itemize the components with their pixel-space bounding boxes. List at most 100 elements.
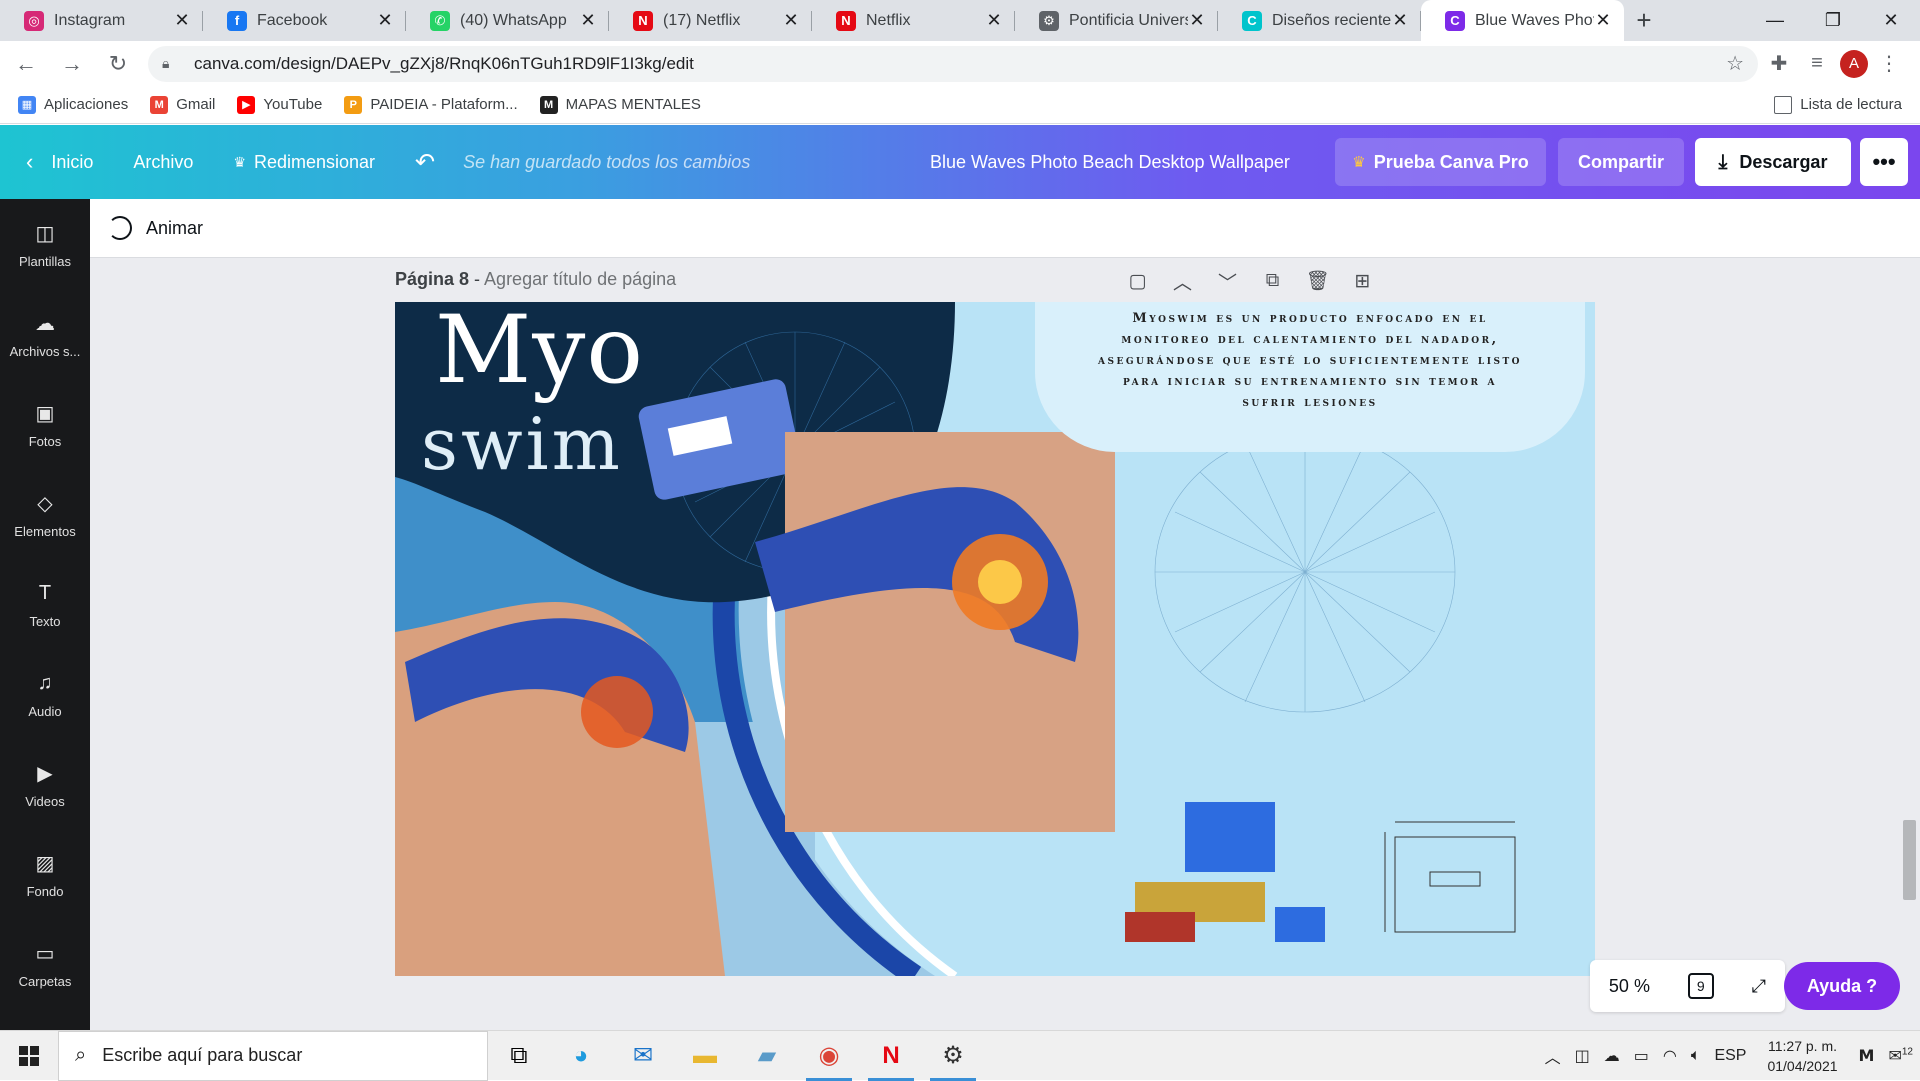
browser-tab[interactable]: N (17) Netflix ✕ (609, 0, 812, 41)
file-menu-button[interactable]: Archivo (113, 138, 213, 186)
more-options-button[interactable]: ••• (1860, 138, 1908, 186)
fullscreen-icon[interactable]: ⤢ (1752, 976, 1766, 997)
language-indicator[interactable]: ESP (1714, 1047, 1746, 1065)
download-button[interactable]: ⤓ Descargar (1695, 138, 1851, 186)
duplicate-page-icon[interactable]: ⧉ (1250, 265, 1295, 297)
omnibox[interactable]: 🔒︎ canva.com/design/DAEPv_gZXj8/RnqK06nT… (148, 45, 1758, 82)
restore-icon[interactable]: ❐ (1804, 0, 1862, 41)
battery-icon[interactable]: ▭ (1634, 1046, 1649, 1066)
slide-title-swim[interactable]: swim (421, 402, 623, 486)
try-pro-label: Prueba Canva Pro (1373, 151, 1529, 172)
browser-tab[interactable]: ⚙ Pontificia Universid✕ (1015, 0, 1218, 41)
reload-icon[interactable]: ↻ (98, 44, 138, 84)
sidebar-item[interactable]: ▭ Carpetas (0, 919, 90, 1009)
try-canva-pro-button[interactable]: ♛ Prueba Canva Pro (1335, 138, 1546, 186)
url-text[interactable]: canva.com/design/DAEPv_gZXj8/RnqK06nTGuh… (194, 54, 1726, 74)
windows-start-icon[interactable] (0, 1031, 58, 1081)
clock[interactable]: 11:27 p. m. 01/04/2021 (1767, 1036, 1837, 1076)
sidebar-item[interactable]: ▶ Videos (0, 739, 90, 829)
settings-gear-icon[interactable]: ⚙ (922, 1031, 984, 1081)
forward-arrow-icon[interactable]: → (52, 44, 92, 84)
bookmarks-bar: ▦ Aplicaciones M Gmail ▶ YouTube P PAIDEIA - Pl… (0, 86, 1920, 124)
move-up-icon[interactable]: ︿ (1160, 265, 1205, 297)
bookmark-item[interactable]: M MAPAS MENTALES (539, 95, 701, 114)
tab-close-icon[interactable]: ✕ (376, 10, 394, 31)
wifi-icon[interactable]: ◠ (1663, 1046, 1677, 1066)
bookmark-item[interactable]: M Gmail (150, 95, 215, 114)
bookmark-star-icon[interactable]: ☆ (1726, 51, 1744, 76)
browser-tab[interactable]: ◎ Instagram ✕ (0, 0, 203, 41)
zoom-level[interactable]: 50 % (1609, 976, 1650, 997)
slide-title-myo[interactable]: Myo (435, 302, 644, 405)
tab-close-icon[interactable]: ✕ (1594, 10, 1612, 31)
sidebar-item[interactable]: ◇ Elementos (0, 469, 90, 559)
notifications-icon[interactable]: ✉12 (1888, 1046, 1913, 1066)
meet-now-icon[interactable]: ◫ (1575, 1046, 1590, 1066)
task-view-icon[interactable]: ⧉ (488, 1031, 550, 1081)
bookmark-item[interactable]: ▶ YouTube (237, 95, 322, 114)
file-explorer-icon[interactable]: ▬ (674, 1031, 736, 1081)
scroll-thumb[interactable] (1903, 820, 1916, 900)
chrome-menu-icon[interactable]: ⋮ (1872, 47, 1906, 81)
browser-tab[interactable]: C Blue Waves Photo ✕ (1421, 0, 1624, 41)
media-queue-icon[interactable]: ≡ (1800, 47, 1834, 81)
design-title[interactable]: Blue Waves Photo Beach Desktop Wallpaper (930, 152, 1290, 173)
browser-tab[interactable]: N Netflix ✕ (812, 0, 1015, 41)
sidebar-item[interactable]: T Texto (0, 559, 90, 649)
browser-tab[interactable]: ✆ (40) WhatsApp ✕ (406, 0, 609, 41)
move-down-icon[interactable]: ﹀ (1205, 265, 1250, 297)
help-button[interactable]: Ayuda ? (1784, 962, 1900, 1010)
animate-icon[interactable] (108, 216, 132, 240)
share-button[interactable]: Compartir (1558, 138, 1684, 186)
back-arrow-icon[interactable]: ← (6, 44, 46, 84)
netflix-app-icon[interactable]: N (860, 1031, 922, 1081)
reading-list-icon (1774, 95, 1793, 114)
sidebar-item[interactable]: ▨ Fondo (0, 829, 90, 919)
sidebar-item[interactable]: ▣ Fotos (0, 379, 90, 469)
design-page[interactable]: Myo swim Myoswim es un producto enfocado… (395, 302, 1595, 976)
tab-close-icon[interactable]: ✕ (1188, 10, 1206, 31)
sidebar-item[interactable]: ☁ Archivos s... (0, 289, 90, 379)
new-tab-button[interactable]: + (1624, 0, 1664, 41)
canva-header: ‹ Inicio Archivo ♛ Redimensionar ↶ Se ha… (0, 125, 1920, 199)
bookmark-item[interactable]: P PAIDEIA - Plataform... (344, 95, 518, 114)
edge-icon[interactable]: ◕ (550, 1031, 612, 1081)
delete-page-icon[interactable]: 🗑︎ (1295, 265, 1340, 297)
tab-close-icon[interactable]: ✕ (579, 10, 597, 31)
more-icon: ••• (1872, 149, 1896, 174)
tab-close-icon[interactable]: ✕ (782, 10, 800, 31)
page-count-button[interactable]: 9 (1687, 973, 1714, 999)
note-icon[interactable]: ▢ (1115, 265, 1160, 297)
slide-description[interactable]: Myoswim es un producto enfocado en el mo… (1095, 308, 1525, 413)
tab-title: Instagram (54, 11, 126, 29)
taskbar-search-field[interactable]: ⌕ Escribe aquí para buscar (58, 1030, 488, 1081)
tab-close-icon[interactable]: ✕ (1391, 10, 1409, 31)
browser-tab[interactable]: C Diseños recientes ✕ (1218, 0, 1421, 41)
onedrive-cloud-icon[interactable]: ☁ (1604, 1046, 1620, 1066)
chrome-icon[interactable]: ◉ (798, 1031, 860, 1081)
close-window-icon[interactable]: ✕ (1862, 0, 1920, 41)
browser-tab[interactable]: f Facebook ✕ (203, 0, 406, 41)
tray-chevron-up-icon[interactable]: ︿ (1545, 1044, 1561, 1068)
home-button[interactable]: ‹ Inicio (0, 138, 113, 186)
mail-icon[interactable]: ✉ (612, 1031, 674, 1081)
tab-close-icon[interactable]: ✕ (985, 10, 1003, 31)
vertical-scrollbar[interactable] (1900, 260, 1920, 1020)
extensions-puzzle-icon[interactable]: ✚ (1762, 47, 1796, 81)
sidebar-item[interactable]: ◫ Plantillas (0, 199, 90, 289)
sticky-app-icon[interactable]: ▰ (736, 1031, 798, 1081)
resize-button[interactable]: ♛ Redimensionar (213, 138, 395, 186)
minimize-icon[interactable]: — (1746, 0, 1804, 41)
add-page-icon[interactable]: ⊞ (1340, 265, 1385, 297)
sidebar-item[interactable]: ♫ Audio (0, 649, 90, 739)
mi-app-icon[interactable]: Ⅿ (1859, 1046, 1875, 1066)
undo-button[interactable]: ↶ (395, 138, 455, 186)
tab-close-icon[interactable]: ✕ (173, 10, 191, 31)
reading-list-button[interactable]: Lista de lectura (1774, 95, 1902, 114)
profile-avatar[interactable]: A (1840, 49, 1868, 78)
bookmark-label: MAPAS MENTALES (565, 96, 701, 113)
bookmark-item[interactable]: ▦ Aplicaciones (18, 95, 128, 114)
animate-button[interactable]: Animar (146, 218, 203, 239)
volume-icon[interactable]: 🔈︎ (1691, 1047, 1701, 1065)
page-title-input[interactable]: Agregar título de página (484, 269, 676, 289)
